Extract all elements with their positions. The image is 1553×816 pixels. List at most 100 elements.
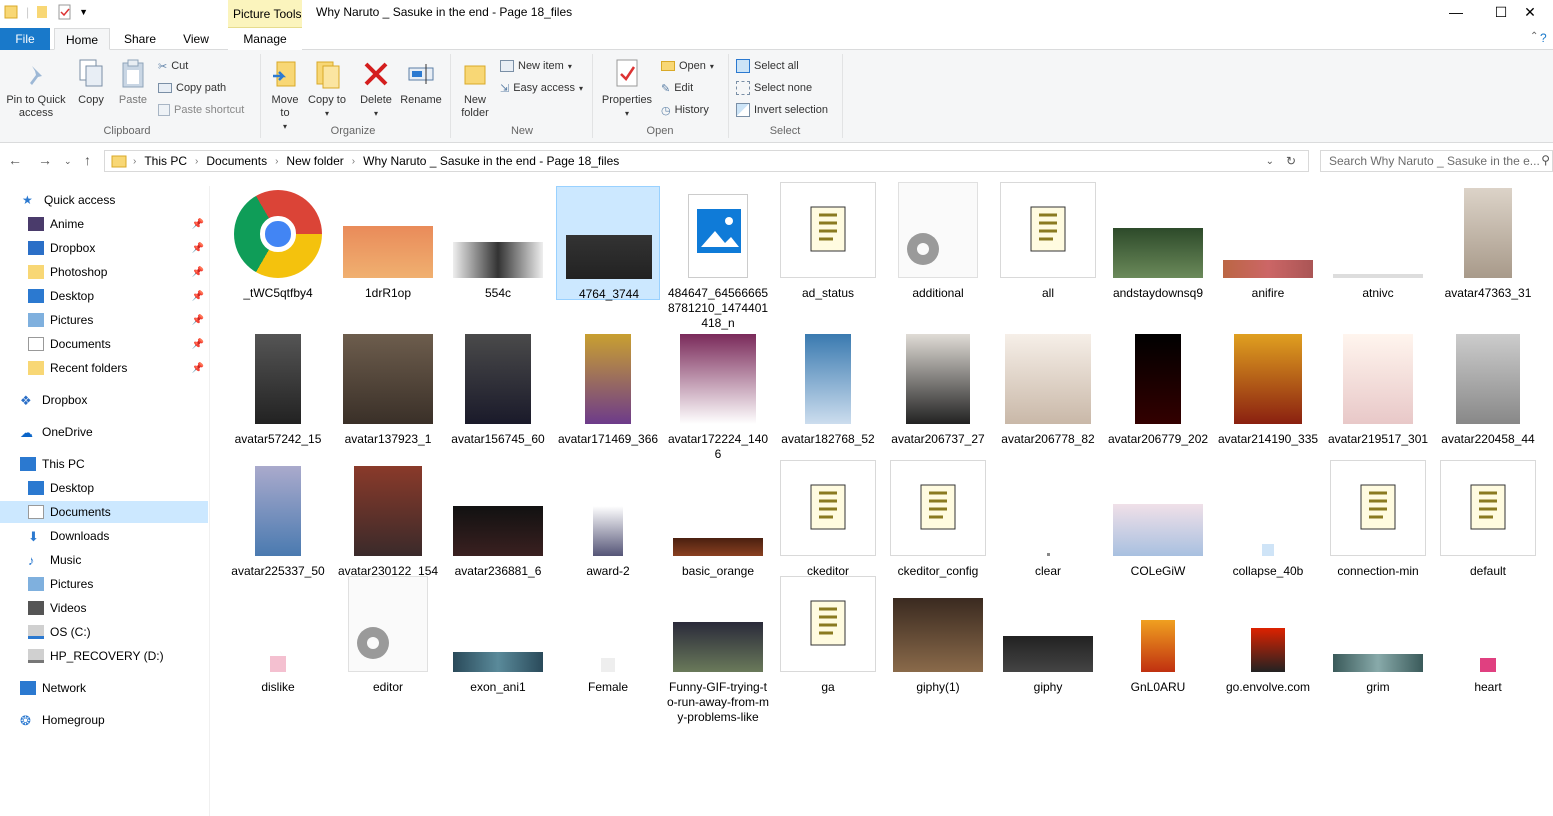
paste-shortcut-button[interactable]: Paste shortcut [158,101,244,119]
pin-quick-access-button[interactable]: Pin to Quick access [2,62,70,120]
back-arrow-icon[interactable]: ← [8,152,22,168]
pin-icon[interactable]: 📌 [192,267,204,278]
file-item[interactable]: dislike [226,584,330,698]
pin-icon[interactable]: 📌 [192,363,204,374]
nav-this-pc[interactable]: This PC [0,453,208,475]
file-item[interactable]: 1drR1op [336,186,440,304]
file-item[interactable]: 4764_3744 [556,186,660,301]
nav-pc-documents[interactable]: Documents [0,501,208,523]
copy-button[interactable]: Copy [72,58,110,107]
file-item[interactable]: ad_status [776,182,880,304]
file-item[interactable]: atnivc [1326,186,1430,304]
file-item[interactable]: avatar230122_154 [336,466,440,582]
file-item[interactable]: _tWC5qtfby4 [226,186,330,304]
file-item[interactable]: ckeditor [776,460,880,582]
easy-access-button[interactable]: ⇲ Easy access ▾ [500,79,583,97]
file-item[interactable]: giphy(1) [886,584,990,698]
edit-button[interactable]: ✎ Edit [661,79,693,97]
tab-view[interactable]: View [172,28,220,50]
file-item[interactable]: GnL0ARU [1106,584,1210,698]
copy-to-button[interactable]: Copy to ▾ [308,58,346,120]
new-folder-button[interactable]: New folder [454,58,496,120]
forward-arrow-icon[interactable]: → [38,152,52,168]
file-item[interactable]: connection-min [1326,460,1430,582]
pin-icon[interactable]: 📌 [192,243,204,254]
file-item[interactable]: avatar206779_202 [1106,334,1210,450]
checkmark-doc-icon[interactable] [57,4,73,20]
address-dropdown-icon[interactable]: ⌄ [1266,156,1274,167]
file-item[interactable]: avatar236881_6 [446,466,550,582]
delete-button[interactable]: Delete ▾ [357,58,395,120]
file-item[interactable]: anifire [1216,186,1320,304]
minimize-button[interactable]: — [1433,0,1479,26]
help-icon[interactable]: ? [1540,31,1547,45]
file-item[interactable]: avatar182768_52 [776,334,880,450]
file-item[interactable]: avatar225337_50 [226,466,330,582]
file-item[interactable]: heart [1436,584,1540,698]
file-item[interactable]: award-2 [556,466,660,582]
nav-quick-photoshop[interactable]: Photoshop 📌 [0,261,208,283]
move-to-button[interactable]: Move to ▾ [266,58,304,133]
file-item[interactable]: avatar206778_82 [996,334,1100,450]
file-item[interactable]: avatar47363_31 [1436,186,1540,304]
file-item[interactable]: 484647_645666658781210_1474401418_n [666,186,770,336]
file-item[interactable]: avatar206737_27 [886,334,990,450]
properties-button[interactable]: Properties ▾ [598,58,656,120]
pin-icon[interactable]: 📌 [192,339,204,350]
collapse-ribbon-icon[interactable]: ⌃ [1530,31,1538,42]
file-item[interactable]: avatar156745_60 [446,334,550,450]
nav-quick-access[interactable]: ★ Quick access [0,189,208,211]
qat-dropdown-icon[interactable]: ▼ [79,7,88,17]
nav-pc-hp-recovery[interactable]: HP_RECOVERY (D:) [0,645,208,667]
folder-icon[interactable] [4,4,20,20]
file-item[interactable]: 554c [446,186,550,304]
file-item[interactable]: grim [1326,584,1430,698]
file-item[interactable]: basic_orange [666,466,770,582]
file-item[interactable]: collapse_40b [1216,466,1320,582]
file-item[interactable]: all [996,182,1100,304]
rename-button[interactable]: Rename [399,58,443,107]
file-item[interactable]: avatar220458_44 [1436,334,1540,450]
up-arrow-icon[interactable]: ↑ [84,152,91,168]
nav-network[interactable]: Network [0,677,208,699]
nav-pc-music[interactable]: ♪ Music [0,549,208,571]
invert-selection-button[interactable]: Invert selection [736,101,828,119]
file-item[interactable]: ga [776,576,880,698]
file-item[interactable]: avatar57242_15 [226,334,330,450]
file-item[interactable]: avatar171469_366 [556,334,660,450]
file-item[interactable]: exon_ani1 [446,584,550,698]
copy-path-button[interactable]: Copy path [158,79,226,97]
cut-button[interactable]: ✂ Cut [158,57,188,75]
nav-pc-pictures[interactable]: Pictures [0,573,208,595]
file-item[interactable]: default [1436,460,1540,582]
tab-home[interactable]: Home [54,28,110,50]
nav-quick-anime[interactable]: Anime 📌 [0,213,208,235]
file-item[interactable]: editor [336,576,440,698]
nav-quick-pictures[interactable]: Pictures 📌 [0,309,208,331]
nav-quick-desktop[interactable]: Desktop 📌 [0,285,208,307]
tab-share[interactable]: Share [116,28,164,50]
tab-manage[interactable]: Manage [228,28,302,50]
pin-icon[interactable]: 📌 [192,219,204,230]
nav-pc-downloads[interactable]: ⬇ Downloads [0,525,208,547]
search-input[interactable]: Search Why Naruto _ Sasuke in the e... ⚲ [1320,150,1553,172]
nav-quick-documents[interactable]: Documents 📌 [0,333,208,355]
address-bar[interactable]: › This PC › Documents › New folder › Why… [104,150,1309,172]
pin-icon[interactable]: 📌 [192,315,204,326]
file-item[interactable]: avatar172224_1406 [666,334,770,482]
nav-dropbox[interactable]: ❖ Dropbox [0,389,208,411]
breadcrumb-new-folder[interactable]: New folder [286,154,343,168]
file-item[interactable]: giphy [996,584,1100,698]
close-button[interactable]: ✕ [1507,0,1553,26]
file-item[interactable]: Female [556,584,660,698]
file-item[interactable]: avatar214190_335 [1216,334,1320,450]
file-item[interactable]: clear [996,466,1100,582]
tab-file[interactable]: File [0,28,50,50]
new-item-button[interactable]: New item ▾ [500,57,572,75]
file-item[interactable]: additional [886,182,990,304]
file-item[interactable]: COLeGiW [1106,466,1210,582]
file-item[interactable]: ckeditor_config [886,460,990,582]
nav-onedrive[interactable]: ☁ OneDrive [0,421,208,443]
recent-locations-chevron-icon[interactable]: ⌄ [64,156,72,167]
nav-pc-os-c[interactable]: OS (C:) [0,621,208,643]
